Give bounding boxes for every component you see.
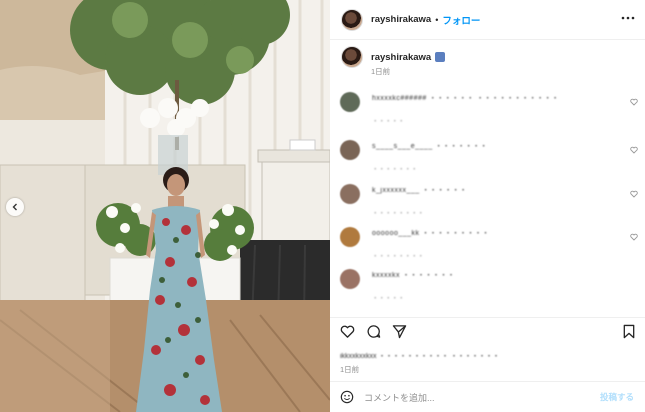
comment-text: hxxxxkc###### ・・・・・・ ・・・・・・・・・・・	[372, 95, 560, 102]
comment-meta: ・・・・・	[372, 295, 405, 302]
comment-icon[interactable]	[366, 324, 381, 339]
comment-item: hxxxxkc###### ・・・・・・ ・・・・・・・・・・・ ・・・・・	[340, 88, 638, 128]
comment-meta: ・・・・・	[372, 118, 405, 125]
post-caption: rayshirakawa 1日前	[341, 46, 631, 77]
comment-avatar[interactable]	[340, 227, 360, 247]
comment-item: oooooo___kk ・・・・・・・・・ ・・・・・・・・	[340, 223, 638, 263]
heart-icon[interactable]	[340, 324, 355, 339]
more-horizontal-icon[interactable]	[621, 11, 635, 25]
post-header: rayshirakawa • フォロー	[330, 0, 645, 40]
comment-avatar[interactable]	[340, 140, 360, 160]
bookmark-icon[interactable]	[622, 324, 636, 339]
emoji-icon[interactable]	[340, 390, 354, 404]
comment-meta: ・・・・・・・・	[372, 253, 424, 260]
post-time[interactable]: 1日前	[340, 364, 359, 375]
comment-input[interactable]: コメントを追加...	[364, 391, 600, 404]
caption-emoji-icon	[435, 52, 446, 62]
add-comment-bar: コメントを追加... 投稿する	[330, 381, 645, 412]
comment-heart-icon[interactable]	[630, 190, 638, 198]
comment-text: k_jxxxxxx___ ・・・・・・	[372, 187, 468, 194]
comment-text: s____s___e____ ・・・・・・・	[372, 143, 488, 150]
post-actions-bar	[330, 317, 645, 347]
comment-heart-icon[interactable]	[630, 98, 638, 106]
post-photo	[0, 0, 330, 412]
comment-heart-icon[interactable]	[630, 233, 638, 241]
comment-list: hxxxxkc###### ・・・・・・ ・・・・・・・・・・・ ・・・・・ s…	[330, 84, 645, 316]
post-side-panel: rayshirakawa • フォロー rayshirakawa 1日前 hxx…	[330, 0, 645, 412]
comment-avatar[interactable]	[340, 92, 360, 112]
comment-item: s____s___e____ ・・・・・・・ ・・・・・・・	[340, 136, 638, 176]
share-icon[interactable]	[392, 324, 407, 339]
comment-meta: ・・・・・・・	[372, 166, 418, 173]
caption-username[interactable]: rayshirakawa	[371, 52, 431, 63]
avatar[interactable]	[341, 8, 363, 31]
comment-text: oooooo___kk ・・・・・・・・・	[372, 230, 490, 237]
likes-summary[interactable]: ikkxxkxxkxx ・・・・・・・・・・ ・・・・・・・	[340, 351, 499, 361]
post-comment-button[interactable]: 投稿する	[600, 391, 634, 403]
comment-text: kxxxxkx ・・・・・・・	[372, 272, 455, 279]
comment-heart-icon[interactable]	[630, 146, 638, 154]
comment-avatar[interactable]	[340, 269, 360, 289]
caption-avatar[interactable]	[341, 46, 363, 68]
comment-item: k_jxxxxxx___ ・・・・・・ ・・・・・・・・	[340, 180, 638, 220]
follow-button[interactable]: フォロー	[442, 13, 480, 27]
header-username[interactable]: rayshirakawa	[371, 14, 431, 25]
comment-avatar[interactable]	[340, 184, 360, 204]
previous-image-button[interactable]	[6, 198, 24, 216]
photo-scene	[0, 0, 330, 412]
separator-dot: •	[435, 14, 439, 25]
comment-item: kxxxxkx ・・・・・・・ ・・・・・	[340, 265, 638, 305]
chevron-left-icon	[12, 203, 17, 211]
caption-time: 1日前	[371, 67, 391, 76]
comment-meta: ・・・・・・・・	[372, 210, 424, 217]
